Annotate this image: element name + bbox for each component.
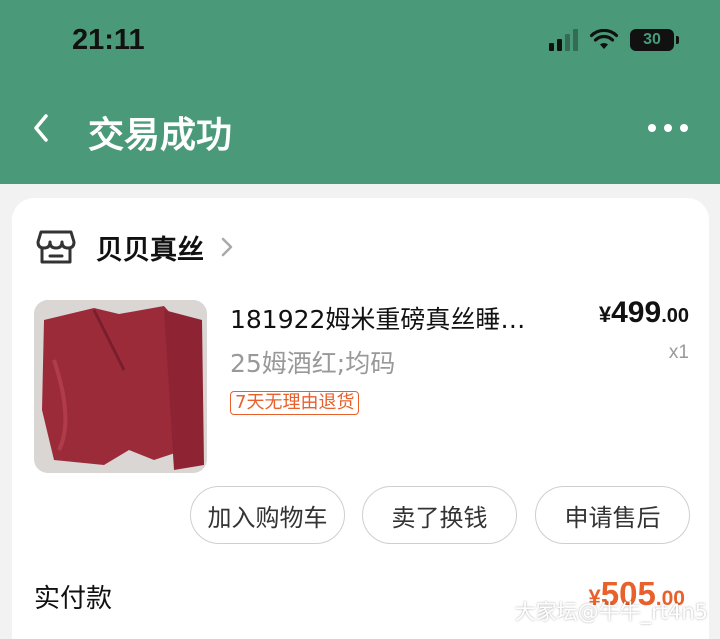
price-currency-symbol: ¥ (598, 302, 612, 327)
store-icon (36, 230, 76, 264)
status-icons: 30 (549, 28, 679, 52)
product-image[interactable] (34, 300, 207, 473)
cellular-signal-icon (549, 29, 578, 51)
product-quantity: x1 (668, 342, 689, 363)
price-decimal: .00 (661, 305, 689, 327)
product-sku: 25姆酒红;均码 (230, 349, 396, 378)
shop-name[interactable]: 贝贝真丝 (96, 228, 204, 267)
status-time: 21:11 (72, 24, 145, 56)
paid-amount-label: 实付款 (34, 584, 113, 614)
more-options-icon[interactable] (648, 124, 688, 132)
product-photo (34, 300, 207, 473)
add-to-cart-button[interactable]: 加入购物车 (190, 486, 345, 544)
wifi-icon (590, 29, 618, 49)
product-price: ¥499.00 (599, 296, 689, 330)
battery-icon: 30 (630, 29, 679, 51)
after-sale-button[interactable]: 申请售后 (535, 486, 690, 544)
order-card: 贝贝真丝 181922姆米重磅真丝睡… 25姆酒红;均码 7天无理由退货 ¥49… (12, 198, 709, 639)
return-policy-badge: 7天无理由退货 (230, 391, 360, 415)
watermark: 大家坛@牛牛_rt4n5 (514, 600, 708, 624)
back-arrow-icon[interactable] (28, 110, 54, 146)
chevron-right-icon (221, 237, 233, 257)
product-title[interactable]: 181922姆米重磅真丝睡… (230, 300, 550, 336)
sell-button[interactable]: 卖了换钱 (362, 486, 517, 544)
price-integer: 499 (611, 296, 662, 329)
shop-row[interactable]: 贝贝真丝 (36, 224, 234, 270)
page-title: 交易成功 (88, 115, 233, 156)
header-bar: 21:11 30 交易成功 (0, 0, 720, 184)
